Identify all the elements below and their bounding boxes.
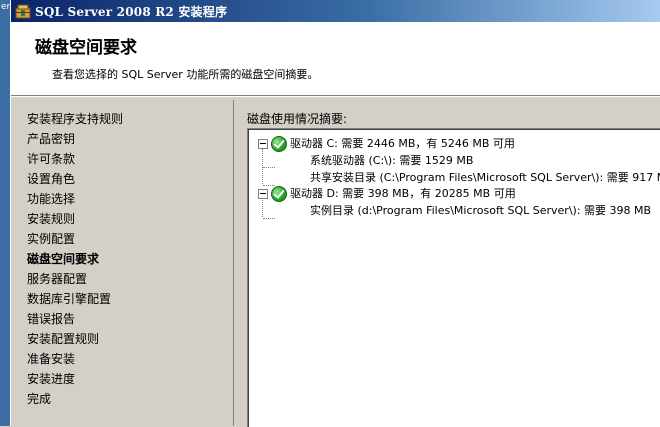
check-icon: [271, 186, 287, 202]
tree-node-drive-c[interactable]: 驱动器 C: 需要 2446 MB，有 5246 MB 可用: [248, 135, 660, 152]
nav-item-setup-support-rules[interactable]: 安装程序支持规则: [27, 110, 123, 128]
nav-item-feature-selection[interactable]: 功能选择: [27, 190, 75, 208]
tree-connector: [263, 167, 275, 169]
tree-node-label: 共享安装目录 (C:\Program Files\Microsoft SQL S…: [310, 171, 660, 184]
tree-node-label: 驱动器 D: 需要 398 MB，有 20285 MB 可用: [290, 187, 516, 200]
collapse-icon[interactable]: [258, 189, 268, 199]
desktop-edge-text: er: [1, 2, 11, 12]
step-navigation: 安装程序支持规则 产品密钥 许可条款 设置角色 功能选择 安装规则 实例配置 磁…: [11, 100, 234, 426]
page-description: 查看您选择的 SQL Server 功能所需的磁盘空间摘要。: [52, 68, 319, 81]
nav-item-complete[interactable]: 完成: [27, 390, 51, 408]
tree-node-shared-install-directory[interactable]: 共享安装目录 (C:\Program Files\Microsoft SQL S…: [310, 169, 660, 186]
tree-node-drive-d[interactable]: 驱动器 D: 需要 398 MB，有 20285 MB 可用: [248, 185, 660, 202]
collapse-icon[interactable]: [258, 139, 268, 149]
nav-item-server-configuration[interactable]: 服务器配置: [27, 270, 87, 288]
sql-server-setup-icon: [15, 3, 31, 19]
page-title: 磁盘空间要求: [35, 38, 137, 58]
disk-usage-tree[interactable]: 驱动器 C: 需要 2446 MB，有 5246 MB 可用 系统驱动器 (C:…: [247, 128, 660, 427]
window-title: SQL Server 2008 R2 安装程序: [35, 4, 228, 19]
nav-item-ready-to-install[interactable]: 准备安装: [27, 350, 75, 368]
nav-item-setup-role[interactable]: 设置角色: [27, 170, 75, 188]
tree-node-label: 系统驱动器 (C:\): 需要 1529 MB: [310, 154, 474, 167]
tree-node-instance-directory[interactable]: 实例目录 (d:\Program Files\Microsoft SQL Ser…: [310, 202, 651, 219]
nav-item-installation-configuration-rules[interactable]: 安装配置规则: [27, 330, 99, 348]
desktop-edge: er: [0, 0, 10, 426]
tree-node-label: 驱动器 C: 需要 2446 MB，有 5246 MB 可用: [290, 137, 515, 150]
nav-item-disk-space-requirements[interactable]: 磁盘空间要求: [27, 250, 99, 268]
nav-item-database-engine-configuration[interactable]: 数据库引擎配置: [27, 290, 111, 308]
nav-item-license-terms[interactable]: 许可条款: [27, 150, 75, 168]
disk-usage-summary-label: 磁盘使用情况摘要:: [247, 112, 348, 126]
tree-node-system-drive[interactable]: 系统驱动器 (C:\): 需要 1529 MB: [310, 152, 473, 169]
nav-item-installation-rules[interactable]: 安装规则: [27, 210, 75, 228]
nav-item-error-reporting[interactable]: 错误报告: [27, 310, 75, 328]
nav-item-installation-progress[interactable]: 安装进度: [27, 370, 75, 388]
tree-node-label: 实例目录 (d:\Program Files\Microsoft SQL Ser…: [310, 204, 652, 217]
nav-item-instance-configuration[interactable]: 实例配置: [27, 230, 75, 248]
nav-item-product-key[interactable]: 产品密钥: [27, 130, 75, 148]
tree-connector: [263, 218, 275, 220]
title-bar[interactable]: SQL Server 2008 R2 安装程序: [11, 0, 660, 22]
disk-space-content: 磁盘使用情况摘要: 驱动器 C: 需要 2446 MB，有 5246 MB 可用…: [237, 100, 660, 427]
header-divider: [11, 96, 660, 97]
check-icon: [271, 136, 287, 152]
setup-window: SQL Server 2008 R2 安装程序 磁盘空间要求 查看您选择的 SQ…: [10, 0, 660, 427]
page-header: 磁盘空间要求 查看您选择的 SQL Server 功能所需的磁盘空间摘要。: [11, 22, 660, 96]
